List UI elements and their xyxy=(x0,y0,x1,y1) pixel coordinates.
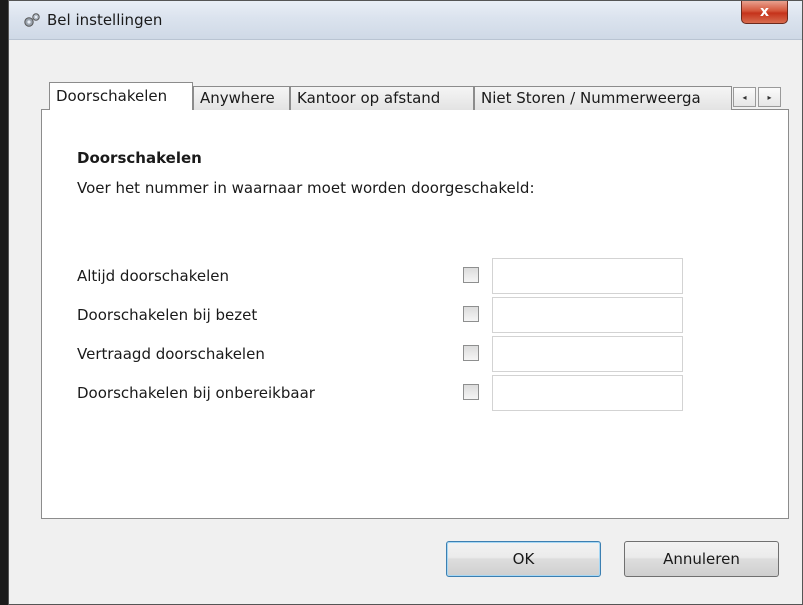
scroll-left-icon[interactable]: ◂ xyxy=(733,87,756,107)
dialog-window: Bel instellingen x Doorschakelen Anywher… xyxy=(8,0,803,605)
tab-niet-storen[interactable]: Niet Storen / Nummerweerga xyxy=(474,86,732,110)
close-icon: x xyxy=(759,4,770,20)
input-doorschakelen-bij-bezet[interactable] xyxy=(492,297,683,333)
label-doorschakelen-bij-onbereikbaar: Doorschakelen bij onbereikbaar xyxy=(77,384,315,402)
cancel-button[interactable]: Annuleren xyxy=(624,541,779,577)
input-doorschakelen-bij-onbereikbaar[interactable] xyxy=(492,375,683,411)
label-vertraagd-doorschakelen: Vertraagd doorschakelen xyxy=(77,345,265,363)
input-vertraagd-doorschakelen[interactable] xyxy=(492,336,683,372)
section-heading: Doorschakelen xyxy=(77,149,202,167)
checkbox-doorschakelen-bij-onbereikbaar[interactable] xyxy=(463,384,479,400)
checkbox-altijd-doorschakelen[interactable] xyxy=(463,267,479,283)
tab-doorschakelen[interactable]: Doorschakelen xyxy=(49,82,193,110)
label-doorschakelen-bij-bezet: Doorschakelen bij bezet xyxy=(77,306,258,324)
tab-scroll-buttons: ◂ ▸ xyxy=(733,87,781,107)
window-title: Bel instellingen xyxy=(47,11,163,29)
scroll-right-icon[interactable]: ▸ xyxy=(758,87,781,107)
tab-kantoor-op-afstand[interactable]: Kantoor op afstand xyxy=(290,86,474,110)
close-button[interactable]: x xyxy=(741,1,788,24)
input-altijd-doorschakelen[interactable] xyxy=(492,258,683,294)
label-altijd-doorschakelen: Altijd doorschakelen xyxy=(77,267,230,285)
ok-button[interactable]: OK xyxy=(446,541,601,577)
tab-anywhere[interactable]: Anywhere xyxy=(193,86,290,110)
checkbox-doorschakelen-bij-bezet[interactable] xyxy=(463,306,479,322)
checkbox-vertraagd-doorschakelen[interactable] xyxy=(463,345,479,361)
title-bar[interactable]: Bel instellingen x xyxy=(9,1,802,40)
section-description: Voer het nummer in waarnaar moet worden … xyxy=(77,179,535,197)
gears-icon xyxy=(24,13,40,27)
